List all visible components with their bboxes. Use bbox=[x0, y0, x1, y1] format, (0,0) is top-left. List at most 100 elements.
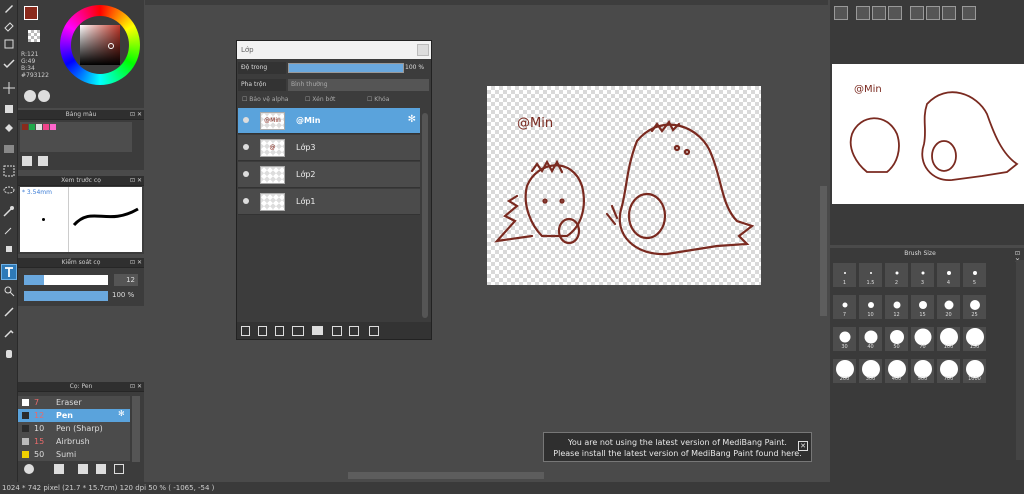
brush-size-scrollbar[interactable] bbox=[1016, 260, 1024, 460]
document-tab-strip[interactable] bbox=[145, 0, 828, 5]
brush-size-value[interactable]: 12 bbox=[114, 274, 138, 286]
brush-size-cell[interactable]: 12 bbox=[884, 294, 909, 320]
visibility-icon[interactable] bbox=[243, 117, 249, 123]
shape-tool-icon[interactable] bbox=[1, 101, 17, 117]
panel-close-icon[interactable]: ⊡ ✕ bbox=[130, 176, 142, 186]
brush-size-cell[interactable]: 25 bbox=[962, 294, 987, 320]
clipping-checkbox[interactable]: ☐ Xén bớt bbox=[305, 96, 335, 103]
palette-swatch[interactable] bbox=[36, 124, 42, 130]
brush-item-sumi[interactable]: 50 Sumi bbox=[18, 448, 130, 461]
brush-size-cell[interactable]: 40 bbox=[858, 326, 883, 352]
zoom-in-icon-2[interactable] bbox=[856, 6, 870, 20]
palette-swatch[interactable] bbox=[22, 124, 28, 130]
add-color-icon[interactable] bbox=[22, 156, 32, 166]
secondary-color-swatch[interactable] bbox=[28, 30, 40, 42]
brush-size-cell[interactable]: 500 bbox=[910, 358, 935, 384]
panel-close-icon[interactable]: ⊡ ✕ bbox=[130, 258, 142, 268]
layer-row-lop3[interactable]: @ Lớp3 bbox=[238, 135, 420, 161]
add-brush-icon[interactable] bbox=[24, 464, 34, 474]
bucket-tool-icon[interactable] bbox=[1, 121, 17, 137]
new-halftone-layer-icon[interactable] bbox=[258, 326, 267, 336]
fit-window-icon[interactable] bbox=[872, 6, 886, 20]
notice-line-2[interactable]: Please install the latest version of Med… bbox=[544, 448, 811, 459]
actual-size-icon[interactable] bbox=[926, 6, 940, 20]
brush-size-cell[interactable]: 200 bbox=[832, 358, 857, 384]
gear-icon[interactable]: ✻ bbox=[408, 114, 416, 125]
rotate-left-icon[interactable] bbox=[910, 6, 924, 20]
window-close-icon[interactable] bbox=[417, 44, 429, 56]
palette-swatch[interactable] bbox=[29, 124, 35, 130]
brush-size-cell[interactable]: 10 bbox=[858, 294, 883, 320]
merge-down-icon[interactable] bbox=[349, 326, 359, 336]
delete-layer-icon[interactable] bbox=[369, 326, 379, 336]
layer-row-min[interactable]: @Min @Min ✻ bbox=[238, 108, 420, 134]
brush-copy-icon[interactable] bbox=[78, 464, 88, 474]
brush-size-cell[interactable]: 3 bbox=[910, 262, 935, 288]
new-8bit-layer-icon[interactable] bbox=[275, 326, 284, 336]
operation-tool-icon[interactable] bbox=[1, 283, 17, 299]
brush-opacity-slider[interactable] bbox=[24, 291, 108, 301]
delete-color-icon[interactable] bbox=[38, 156, 48, 166]
blend-mode-select[interactable]: Bình thường bbox=[288, 79, 429, 91]
reset-view-icon[interactable] bbox=[962, 6, 976, 20]
visibility-icon[interactable] bbox=[243, 144, 249, 150]
visibility-icon[interactable] bbox=[243, 171, 249, 177]
primary-color-swatch[interactable] bbox=[24, 6, 38, 20]
move-tool-icon[interactable] bbox=[1, 80, 17, 96]
brush-tool-icon[interactable] bbox=[1, 0, 17, 16]
brush-item-airbrush[interactable]: 15 Airbrush bbox=[18, 435, 130, 448]
color-picker-handle[interactable] bbox=[108, 43, 114, 49]
brush-size-cell[interactable]: 400 bbox=[884, 358, 909, 384]
select-eraser-icon[interactable] bbox=[1, 241, 17, 257]
add-layer-menu-icon[interactable] bbox=[292, 326, 304, 336]
magic-wand-icon[interactable] bbox=[1, 203, 17, 219]
saturation-square[interactable] bbox=[80, 25, 120, 65]
drawing-canvas[interactable]: @Min bbox=[487, 86, 761, 285]
brush-size-cell[interactable]: 2 bbox=[884, 262, 909, 288]
rotate-right-icon[interactable] bbox=[942, 6, 956, 20]
brush-size-cell[interactable]: 7 bbox=[832, 294, 857, 320]
divide-tool-icon[interactable] bbox=[1, 304, 17, 320]
brush-size-cell[interactable]: 300 bbox=[858, 358, 883, 384]
zoom-in-icon[interactable] bbox=[834, 6, 848, 20]
protect-alpha-checkbox[interactable]: ☐ Bảo vệ alpha bbox=[242, 96, 288, 103]
brush-size-cell[interactable]: 4 bbox=[936, 262, 961, 288]
brush-size-cell[interactable]: 700 bbox=[936, 358, 961, 384]
brush-size-cell[interactable]: 5 bbox=[962, 262, 987, 288]
brush-size-cell[interactable]: 15 bbox=[910, 294, 935, 320]
text-tool-icon[interactable] bbox=[1, 264, 17, 280]
select-pen-icon[interactable] bbox=[1, 56, 17, 72]
horizontal-scrollbar[interactable] bbox=[348, 472, 544, 479]
palette-swatch[interactable] bbox=[50, 124, 56, 130]
gradient-tool-icon[interactable] bbox=[1, 141, 17, 157]
zoom-out-icon[interactable] bbox=[888, 6, 902, 20]
brush-item-eraser[interactable]: 7 Eraser bbox=[18, 396, 130, 409]
brush-size-slider[interactable] bbox=[24, 275, 108, 285]
lasso-tool-icon[interactable] bbox=[1, 183, 17, 199]
brush-size-cell[interactable]: 70 bbox=[910, 326, 935, 352]
layer-opacity-slider[interactable] bbox=[288, 63, 404, 73]
brush-size-cell[interactable]: 150 bbox=[962, 326, 987, 352]
layer-row-lop2[interactable]: Lớp2 bbox=[238, 162, 420, 188]
palette-swatch[interactable] bbox=[43, 124, 49, 130]
new-layer-icon[interactable] bbox=[241, 326, 250, 336]
dot-tool-icon[interactable] bbox=[1, 36, 17, 52]
hand-tool-icon[interactable] bbox=[1, 345, 17, 361]
panel-close-icon[interactable]: ⊡ ✕ bbox=[130, 110, 142, 120]
layer-list-scrollbar[interactable] bbox=[422, 113, 428, 318]
folder-icon[interactable] bbox=[312, 326, 323, 335]
close-icon[interactable]: ✕ bbox=[798, 441, 808, 451]
brush-folder-icon[interactable] bbox=[96, 464, 106, 474]
eyedropper-tool-icon[interactable] bbox=[1, 325, 17, 341]
brush-size-cell[interactable]: 1.5 bbox=[858, 262, 883, 288]
brush-duplicate-icon[interactable] bbox=[114, 464, 124, 474]
panel-close-icon[interactable]: ⊡ ✕ bbox=[130, 382, 142, 392]
layer-row-lop1[interactable]: Lớp1 bbox=[238, 189, 420, 215]
brush-list-scrollbar[interactable] bbox=[132, 396, 140, 462]
brush-settings-icon[interactable] bbox=[54, 464, 64, 474]
update-notice[interactable]: You are not using the latest version of … bbox=[543, 432, 812, 462]
lock-checkbox[interactable]: ☐ Khóa bbox=[367, 96, 389, 103]
brush-size-cell[interactable]: 1 bbox=[832, 262, 857, 288]
gear-icon[interactable]: ✻ bbox=[118, 409, 125, 418]
vertical-scrollbar[interactable] bbox=[820, 186, 827, 316]
